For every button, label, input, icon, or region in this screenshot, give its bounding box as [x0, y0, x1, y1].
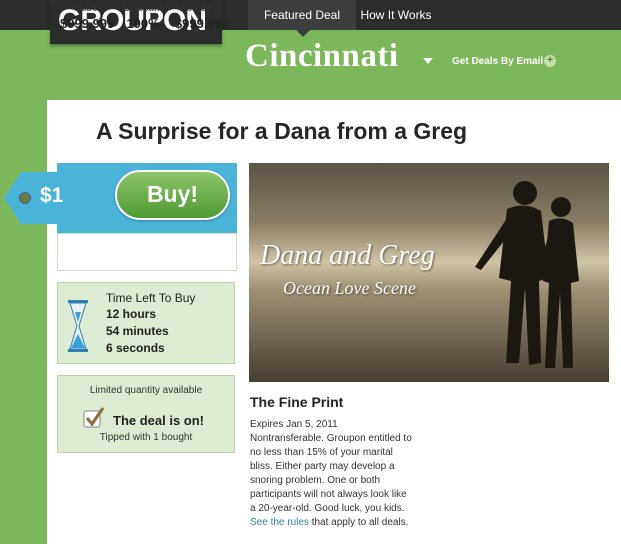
nav-featured-deal[interactable]: Featured Deal [248, 0, 356, 37]
buy-button[interactable]: Buy! [115, 170, 230, 220]
hourglass-icon [68, 300, 88, 352]
plus-icon[interactable]: + [544, 55, 556, 67]
stat-you-save: You Save $999,998 [172, 3, 232, 31]
fine-print-line: Expires Jan 5, 2011 [250, 419, 338, 430]
fine-print-line: Nontransferable. Groupon entitled to [250, 433, 412, 444]
nav-active-caret [296, 30, 310, 37]
get-deals-by-email-link[interactable]: Get Deals By Email [452, 56, 543, 67]
rules-suffix-text: that apply to all deals. [308, 517, 409, 528]
fine-print-title: The Fine Print [250, 394, 344, 410]
tag-hole-icon [19, 192, 31, 204]
stat-value: Value $999,999 [60, 3, 115, 31]
stat-discount-amount: 100% [126, 16, 160, 31]
nav-how-it-works-label: How It Works [360, 8, 432, 22]
tipped-count: Tipped with 1 bought [99, 432, 193, 443]
time-left-hours: 12 hours [106, 307, 157, 321]
fine-print-line: no less than 15% of your marital [250, 447, 393, 458]
city-selector[interactable]: Cincinnati [245, 38, 399, 75]
fine-print-line: participants will not always look like [250, 489, 407, 500]
fine-print-line: bliss. Either party may develop a [250, 461, 395, 472]
photo-caption-subtitle: Ocean Love Scene [283, 278, 416, 298]
fine-print-line: snoring problem. One or both [250, 475, 381, 486]
deal-photo [249, 163, 609, 382]
stat-discount: Discount 100% [117, 3, 169, 31]
time-left-minutes: 54 minutes [106, 324, 169, 338]
see-the-rules-link[interactable]: See the rules [250, 517, 309, 528]
chevron-down-icon[interactable] [423, 58, 433, 64]
photo-caption-names: Dana and Greg [260, 240, 435, 271]
couple-silhouette-image [475, 181, 579, 368]
nav-featured-deal-label: Featured Deal [263, 8, 341, 22]
stat-discount-label: Discount [123, 3, 163, 14]
stat-you-save-label: You Save [180, 3, 224, 14]
time-left-seconds: 6 seconds [106, 341, 165, 355]
deal-stats [57, 233, 237, 271]
deal-title: A Surprise for a Dana from a Greg [96, 118, 468, 144]
fine-print-rules: See the rules that apply to all deals. [250, 516, 420, 530]
checkmark-icon [83, 407, 105, 428]
nav-how-it-works[interactable]: How It Works [356, 0, 436, 30]
time-left-title: Time Left To Buy [106, 291, 196, 305]
stat-value-label: Value [72, 3, 98, 14]
fine-print-line: a 20-year-old. Good luck, you kids. [250, 503, 405, 514]
limited-quantity-text: Limited quantity available [89, 385, 203, 396]
deal-on-status: The deal is on! [113, 413, 205, 428]
stat-you-save-amount: $999,998 [174, 16, 230, 31]
deal-price: $1 [40, 184, 64, 207]
stat-value-amount: $999,999 [60, 16, 115, 31]
